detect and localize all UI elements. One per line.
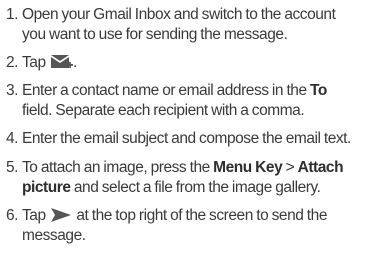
step-text-line1: Tap at the top right of the screen to se…	[22, 206, 327, 226]
step-text-post: at the top right of the screen to send t…	[76, 207, 327, 224]
cropped-heading-fragment	[120, 0, 190, 3]
step-text-pre: Tap	[22, 207, 46, 224]
step-text-line2: field. Separate each recipient with a co…	[22, 102, 305, 119]
step-number: 2.	[6, 54, 19, 71]
step-text-post: and select a file from the image gallery…	[73, 179, 321, 196]
step-text-pre: Enter a contact name or email address in…	[22, 82, 307, 99]
menu-key-label: Menu Key	[213, 159, 283, 176]
step-text-line2: picture and select a file from the image…	[22, 178, 321, 198]
step-text-line1: To attach an image, press the Menu Key >…	[22, 158, 344, 178]
field-name-to: To	[310, 82, 327, 99]
step-text-line1: Enter a contact name or email address in…	[22, 81, 327, 101]
step-text-line2: message.	[22, 227, 86, 244]
step-text-pre: Tap	[22, 54, 46, 71]
step-text-line1: Open your Gmail Inbox and switch to the …	[22, 6, 336, 23]
step-text-line2: you want to use for sending the message.	[22, 26, 288, 43]
step-number: 6.	[6, 207, 19, 224]
step-text-post: .	[73, 54, 77, 71]
send-arrow-icon	[51, 207, 72, 222]
gmail-compose-icon	[51, 54, 74, 69]
step-number: 4.	[6, 130, 19, 147]
attach-label: Attach	[297, 159, 344, 176]
step-text-pre: To attach an image, press the	[22, 159, 210, 176]
step-text-line1: Tap .	[22, 53, 77, 73]
step-number: 5.	[6, 159, 19, 176]
picture-label: picture	[22, 179, 71, 196]
step-number: 1.	[6, 6, 19, 23]
step-number: 3.	[6, 82, 19, 99]
instruction-document: 1. Open your Gmail Inbox and switch to t…	[0, 0, 384, 256]
menu-separator: >	[285, 159, 295, 176]
step-text-line1: Enter the email subject and compose the …	[22, 130, 351, 147]
